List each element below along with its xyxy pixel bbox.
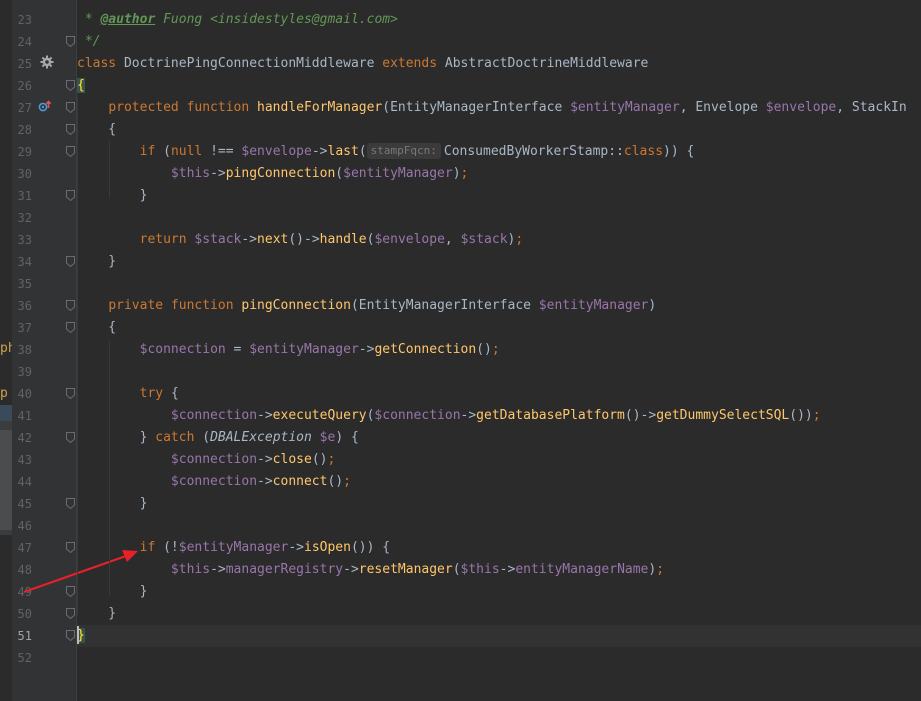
indent-guide [109,141,110,198]
indent-guide [77,97,78,616]
red-arrow-annotation [23,550,138,593]
indent-guide [109,341,110,596]
